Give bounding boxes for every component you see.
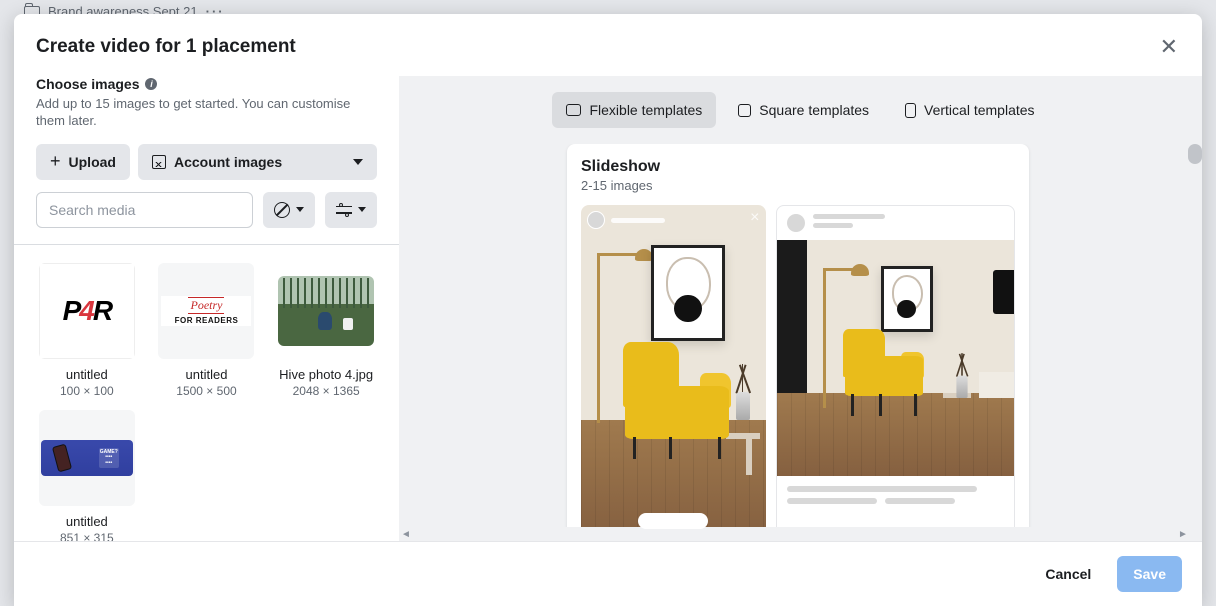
- tab-label: Vertical templates: [924, 102, 1035, 118]
- template-card-title: Slideshow: [581, 158, 1015, 176]
- preview-feed: [776, 205, 1016, 535]
- save-button[interactable]: Save: [1117, 556, 1182, 592]
- prohibit-icon: [274, 202, 290, 218]
- media-dims: 851 × 315: [60, 531, 114, 541]
- choose-images-heading-text: Choose images: [36, 76, 139, 92]
- cta-pill-placeholder: [638, 513, 708, 529]
- image-source-buttons: Upload Account images: [36, 144, 377, 180]
- template-card-slideshow[interactable]: Slideshow 2-15 images: [567, 144, 1029, 541]
- media-name: untitled: [66, 514, 108, 529]
- media-thumbnail: P4R: [39, 263, 135, 359]
- tab-square-templates[interactable]: Square templates: [724, 92, 883, 128]
- modal-header: Create video for 1 placement ✕: [14, 14, 1202, 76]
- square-icon: [738, 104, 751, 117]
- template-preview-area: Slideshow 2-15 images: [399, 144, 1202, 541]
- rectangle-icon: [566, 104, 581, 116]
- portrait-icon: [905, 103, 916, 118]
- chevron-down-icon: [358, 207, 366, 212]
- search-row: [36, 192, 377, 228]
- cancel-button[interactable]: Cancel: [1029, 556, 1107, 592]
- tab-flexible-templates[interactable]: Flexible templates: [552, 92, 716, 128]
- left-panel-controls: Choose images i Add up to 15 images to g…: [14, 76, 399, 245]
- media-item[interactable]: P4R untitled 100 × 100: [36, 263, 138, 398]
- left-panel: Choose images i Add up to 15 images to g…: [14, 76, 399, 541]
- template-card-subtitle: 2-15 images: [581, 178, 1015, 193]
- filter-options-dropdown[interactable]: [325, 192, 377, 228]
- close-icon: ×: [750, 209, 759, 227]
- sliders-icon: [336, 204, 352, 216]
- choose-images-description: Add up to 15 images to get started. You …: [36, 96, 377, 130]
- info-icon[interactable]: i: [145, 78, 157, 90]
- horizontal-scrollbar[interactable]: ◄ ►: [399, 527, 1190, 541]
- close-button[interactable]: ✕: [1156, 30, 1182, 64]
- media-thumbnail: [278, 276, 374, 346]
- create-video-modal: Create video for 1 placement ✕ Choose im…: [14, 14, 1202, 606]
- scroll-left-arrow[interactable]: ◄: [399, 527, 413, 541]
- media-dims: 1500 × 500: [176, 384, 236, 398]
- vertical-scrollbar[interactable]: [1188, 144, 1202, 527]
- media-thumbnail: PoetryFOR READERS: [158, 263, 254, 359]
- preview-story: ×: [581, 205, 766, 535]
- choose-images-heading: Choose images i: [36, 76, 377, 92]
- template-tabs: Flexible templates Square templates Vert…: [399, 76, 1202, 144]
- upload-button[interactable]: Upload: [36, 144, 130, 180]
- tab-label: Flexible templates: [589, 102, 702, 118]
- media-name: untitled: [186, 367, 228, 382]
- modal-body: Choose images i Add up to 15 images to g…: [14, 76, 1202, 541]
- scroll-right-arrow[interactable]: ►: [1176, 527, 1190, 541]
- media-item[interactable]: GAME?•••••••• untitled 851 × 315: [36, 410, 138, 541]
- media-dims: 2048 × 1365: [293, 384, 360, 398]
- media-dims: 100 × 100: [60, 384, 114, 398]
- template-preview-row: ×: [581, 205, 1015, 535]
- upload-label: Upload: [69, 154, 116, 170]
- media-item[interactable]: PoetryFOR READERS untitled 1500 × 500: [156, 263, 258, 398]
- filter-status-dropdown[interactable]: [263, 192, 315, 228]
- tab-vertical-templates[interactable]: Vertical templates: [891, 92, 1049, 128]
- media-grid: P4R untitled 100 × 100 PoetryFOR READERS…: [14, 245, 399, 541]
- account-images-label: Account images: [174, 154, 282, 170]
- media-thumbnail: GAME?••••••••: [39, 410, 135, 506]
- search-input[interactable]: [36, 192, 253, 228]
- modal-footer: Cancel Save: [14, 541, 1202, 606]
- avatar-placeholder: [587, 211, 605, 229]
- avatar-placeholder: [787, 214, 805, 232]
- image-icon: [152, 155, 166, 169]
- chevron-down-icon: [296, 207, 304, 212]
- plus-icon: [50, 151, 61, 172]
- right-panel: Flexible templates Square templates Vert…: [399, 76, 1202, 541]
- modal-title: Create video for 1 placement: [36, 36, 296, 58]
- media-name: untitled: [66, 367, 108, 382]
- tab-label: Square templates: [759, 102, 869, 118]
- media-name: Hive photo 4.jpg: [279, 367, 373, 382]
- chevron-down-icon: [353, 159, 363, 165]
- account-images-dropdown[interactable]: Account images: [138, 144, 377, 180]
- media-item[interactable]: Hive photo 4.jpg 2048 × 1365: [275, 263, 377, 398]
